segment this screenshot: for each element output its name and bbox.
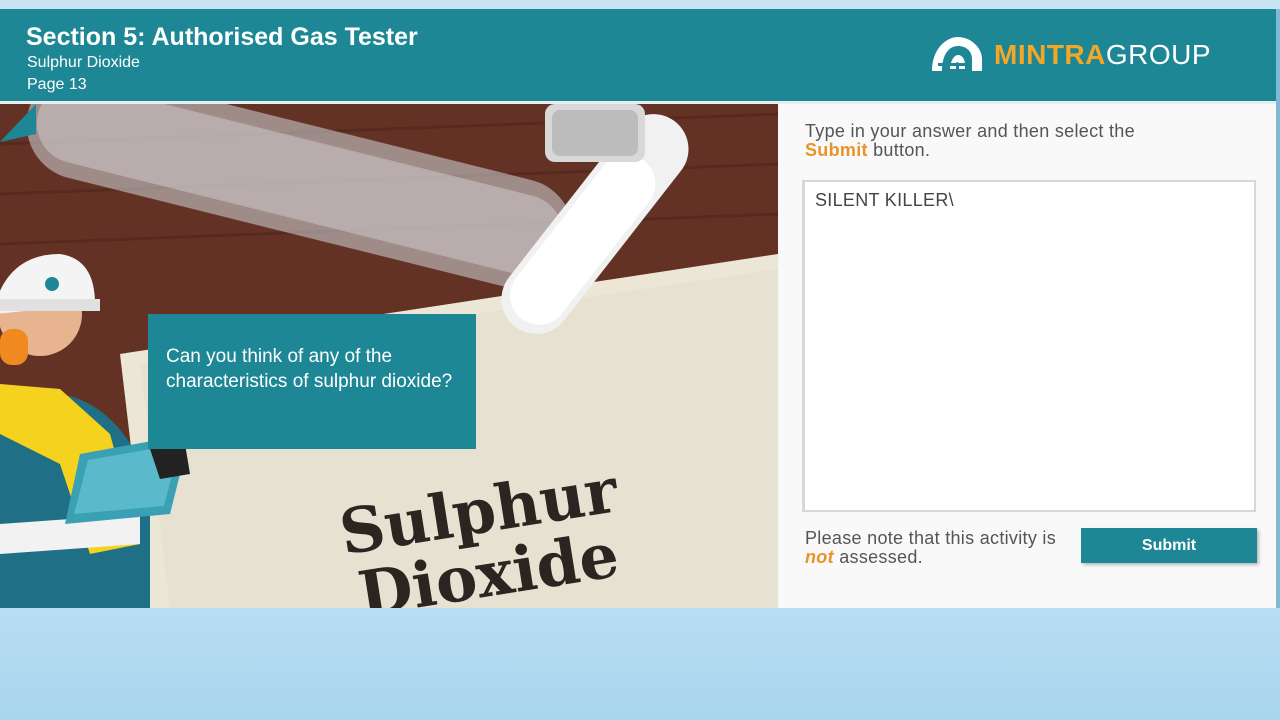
answer-panel: Type in your answer and then select the … (779, 104, 1276, 608)
window-edge (1276, 9, 1280, 608)
instruction-part2: button. (873, 140, 931, 160)
assessment-note: Please note that this activity is not as… (805, 529, 1075, 567)
answer-textarea[interactable]: SILENT KILLER\ (802, 180, 1256, 512)
section-title: Section 5: Authorised Gas Tester (26, 23, 418, 51)
logo-wordmark-part1: MINTRA (994, 39, 1106, 70)
submit-button[interactable]: Submit (1081, 528, 1257, 563)
instruction-part1: Type in your answer and then select the (805, 121, 1135, 141)
mintra-logo: MINTRAGROUP (928, 33, 1248, 79)
logo-wordmark-part2: GROUP (1105, 39, 1212, 70)
note-emphasis: not (805, 547, 834, 567)
instruction-accent: Submit (805, 140, 868, 160)
instruction-text: Type in your answer and then select the … (805, 122, 1245, 160)
note-part2: assessed. (839, 547, 923, 567)
page-number: Page 13 (27, 76, 87, 93)
sulphur-dioxide-illustration: Can you think of any of the characterist… (0, 104, 778, 608)
mintra-logo-icon (932, 37, 982, 72)
slide: Section 5: Authorised Gas Tester Sulphur… (0, 9, 1276, 608)
top-strip (0, 0, 1280, 9)
note-part1: Please note that this activity is (805, 528, 1057, 548)
vial (545, 104, 645, 162)
slide-header: Section 5: Authorised Gas Tester Sulphur… (0, 9, 1276, 101)
question-speech-bubble: Can you think of any of the characterist… (148, 314, 476, 449)
topic-subtitle: Sulphur Dioxide (27, 54, 140, 71)
logo-wordmark: MINTRAGROUP (994, 39, 1211, 71)
speech-bubble-tail (0, 104, 36, 142)
